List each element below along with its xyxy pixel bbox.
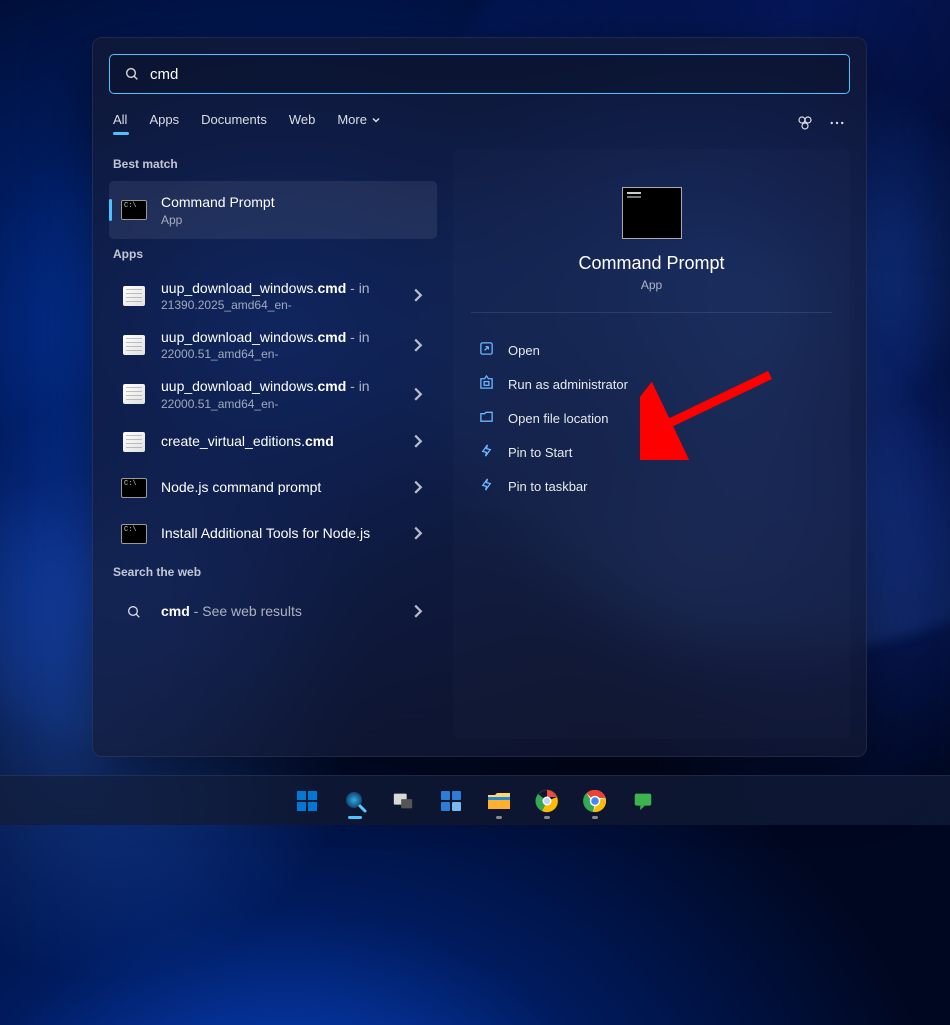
- result-subtitle: 22000.51_amd64_en-: [161, 397, 411, 411]
- folder-icon: [486, 789, 512, 813]
- chevron-right-icon: [411, 334, 425, 356]
- filter-tabs: All Apps Documents Web More: [109, 112, 850, 133]
- result-title: create_virtual_editions.cmd: [161, 432, 411, 450]
- action-label: Pin to Start: [508, 445, 572, 460]
- rewards-icon[interactable]: [796, 114, 814, 132]
- more-icon[interactable]: [828, 114, 846, 132]
- action-open-file-location[interactable]: Open file location: [453, 401, 850, 435]
- search-input[interactable]: [150, 66, 835, 83]
- document-icon: [123, 335, 145, 355]
- chevron-right-icon: [411, 383, 425, 405]
- result-title: uup_download_windows.cmd - in: [161, 279, 411, 297]
- search-box[interactable]: [109, 54, 850, 94]
- chevron-right-icon: [411, 476, 425, 498]
- taskbar-search[interactable]: [335, 781, 375, 821]
- app-result[interactable]: uup_download_windows.cmd - in 22000.51_a…: [109, 369, 437, 418]
- document-icon: [123, 384, 145, 404]
- result-subtitle: App: [161, 213, 425, 227]
- app-result[interactable]: create_virtual_editions.cmd: [109, 419, 437, 465]
- chat-icon: [632, 790, 654, 812]
- app-result[interactable]: uup_download_windows.cmd - in 22000.51_a…: [109, 320, 437, 369]
- app-result[interactable]: Node.js command prompt: [109, 465, 437, 511]
- windows-icon: [295, 789, 319, 813]
- result-title: uup_download_windows.cmd - in: [161, 377, 411, 395]
- document-icon: [123, 432, 145, 452]
- result-title: uup_download_windows.cmd - in: [161, 328, 411, 346]
- chevron-right-icon: [411, 600, 425, 622]
- chevron-right-icon: [411, 430, 425, 452]
- chromium-icon: [535, 789, 559, 813]
- tab-more[interactable]: More: [337, 112, 381, 133]
- taskbar-chat[interactable]: [623, 781, 663, 821]
- action-pin-to-taskbar[interactable]: Pin to taskbar: [453, 469, 850, 503]
- action-label: Pin to taskbar: [508, 479, 588, 494]
- taskbar-app-chrome[interactable]: [575, 781, 615, 821]
- result-subtitle: 21390.2025_amd64_en-: [161, 298, 411, 312]
- taskbar: [0, 775, 950, 825]
- search-icon: [343, 789, 367, 813]
- tab-apps[interactable]: Apps: [149, 112, 179, 133]
- cmd-app-icon: [121, 524, 147, 544]
- chrome-icon: [583, 789, 607, 813]
- tab-all[interactable]: All: [113, 112, 127, 133]
- action-icon: [479, 477, 494, 495]
- action-icon: [479, 409, 494, 427]
- app-result[interactable]: uup_download_windows.cmd - in 21390.2025…: [109, 271, 437, 320]
- tab-web[interactable]: Web: [289, 112, 316, 133]
- cmd-app-icon: [121, 478, 147, 498]
- section-search-web: Search the web: [109, 557, 437, 589]
- action-label: Run as administrator: [508, 377, 628, 392]
- cmd-app-icon: [121, 200, 147, 220]
- section-best-match: Best match: [109, 149, 437, 181]
- taskbar-app-chromium[interactable]: [527, 781, 567, 821]
- taskbar-widgets[interactable]: [431, 781, 471, 821]
- tab-documents[interactable]: Documents: [201, 112, 267, 133]
- result-subtitle: 22000.51_amd64_en-: [161, 347, 411, 361]
- taskbar-start[interactable]: [287, 781, 327, 821]
- preview-pane: Command Prompt App Open Run as administra…: [453, 149, 850, 739]
- action-pin-to-start[interactable]: Pin to Start: [453, 435, 850, 469]
- result-title: Node.js command prompt: [161, 478, 411, 496]
- action-icon: [479, 443, 494, 461]
- taskbar-taskview[interactable]: [383, 781, 423, 821]
- chevron-right-icon: [411, 284, 425, 306]
- action-label: Open file location: [508, 411, 608, 426]
- document-icon: [123, 286, 145, 306]
- taskview-icon: [392, 790, 414, 812]
- result-title: Command Prompt: [161, 193, 425, 211]
- chevron-right-icon: [411, 522, 425, 544]
- chevron-down-icon: [371, 115, 381, 125]
- action-open[interactable]: Open: [453, 333, 850, 367]
- start-search-panel: All Apps Documents Web More Best match C…: [92, 37, 867, 757]
- search-icon: [124, 66, 140, 82]
- action-icon: [479, 341, 494, 359]
- action-run-as-administrator[interactable]: Run as administrator: [453, 367, 850, 401]
- search-icon: [126, 604, 142, 620]
- divider: [471, 312, 832, 313]
- taskbar-explorer[interactable]: [479, 781, 519, 821]
- result-title: Install Additional Tools for Node.js: [161, 524, 411, 542]
- preview-title: Command Prompt: [453, 253, 850, 274]
- widgets-icon: [439, 789, 463, 813]
- action-label: Open: [508, 343, 540, 358]
- best-match-result[interactable]: Command Prompt App: [109, 181, 437, 239]
- web-result[interactable]: cmd - See web results: [109, 589, 437, 635]
- app-result[interactable]: Install Additional Tools for Node.js: [109, 511, 437, 557]
- results-list: Best match Command Prompt App Apps uup_d…: [109, 149, 437, 739]
- cmd-app-icon-large: [622, 187, 682, 239]
- section-apps: Apps: [109, 239, 437, 271]
- preview-subtitle: App: [453, 278, 850, 292]
- result-title: cmd - See web results: [161, 602, 411, 620]
- action-icon: [479, 375, 494, 393]
